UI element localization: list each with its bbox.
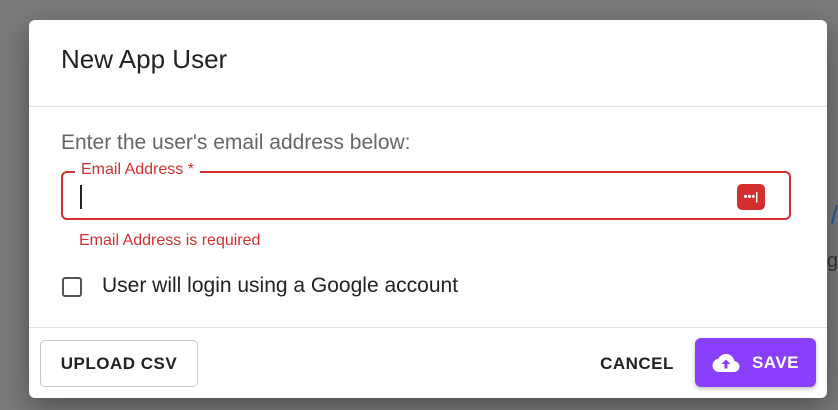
email-field-label: Email Address * <box>75 161 200 179</box>
google-account-checkbox-label[interactable]: User will login using a Google account <box>102 274 458 298</box>
footer-divider <box>29 327 827 328</box>
email-field[interactable]: Email Address * •••| <box>61 161 791 220</box>
google-account-checkbox[interactable] <box>62 277 82 297</box>
save-button[interactable]: SAVE <box>695 338 816 387</box>
save-button-label: SAVE <box>751 352 800 372</box>
new-app-user-dialog: New App User Enter the user's email addr… <box>29 20 827 398</box>
cancel-button[interactable]: CANCEL <box>589 340 685 387</box>
background-content: / <box>830 200 838 230</box>
background-content: g <box>826 250 838 272</box>
text-caret <box>80 185 82 209</box>
upload-csv-button[interactable]: UPLOAD CSV <box>40 340 198 387</box>
dialog-title: New App User <box>61 44 228 74</box>
cloud-upload-icon <box>712 353 740 372</box>
email-error-message: Email Address is required <box>79 232 261 249</box>
instructions-text: Enter the user's email address below: <box>61 131 411 154</box>
password-manager-icon[interactable]: •••| <box>737 184 765 210</box>
header-divider <box>29 106 827 107</box>
